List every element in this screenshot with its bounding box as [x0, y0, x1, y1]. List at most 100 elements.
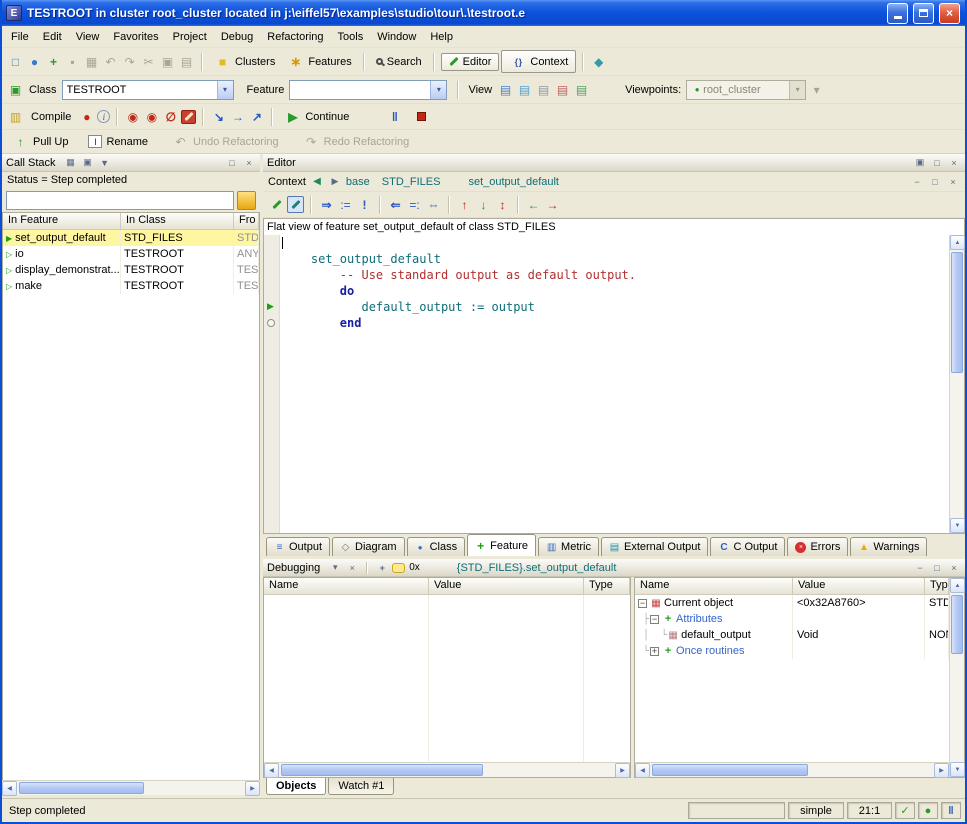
maximize-panel-icon[interactable]: □ — [225, 156, 239, 169]
object-column-typ[interactable]: Typ — [925, 578, 949, 595]
class-tool-icon[interactable]: ▣ — [7, 81, 24, 98]
call-stack-row[interactable]: ▷makeTESTROOTTEST — [3, 278, 259, 294]
tree-expander-icon[interactable]: − — [638, 599, 647, 608]
close-panel-icon[interactable]: × — [947, 156, 961, 169]
panel-menu-icon[interactable]: ▼ — [98, 156, 112, 169]
scroll-right-icon[interactable]: ▶ — [615, 763, 630, 778]
close-panel-icon[interactable]: × — [947, 561, 961, 574]
call-stack-header[interactable]: Call Stack ▦ ▣ ▼ □ × — [2, 154, 260, 172]
editor-tab-feature[interactable]: +Feature — [467, 534, 536, 556]
menu-view[interactable]: View — [69, 28, 107, 46]
menu-project[interactable]: Project — [166, 28, 214, 46]
call-stack-hscrollbar[interactable]: ◀ ▶ — [2, 780, 260, 795]
close-button[interactable]: × — [939, 3, 960, 24]
menu-file[interactable]: File — [4, 28, 36, 46]
stack-filter-input[interactable] — [6, 191, 234, 210]
edit-breakpoints-icon[interactable] — [181, 110, 196, 124]
save-icon[interactable]: ▪ — [64, 53, 81, 70]
breadcrumb-feature[interactable]: set_output_default — [468, 176, 559, 188]
watch-column-name[interactable]: Name — [264, 578, 429, 595]
column-header-in-feature[interactable]: In Feature — [3, 213, 121, 230]
feature-assignees-icon[interactable]: =: — [406, 196, 423, 213]
call-stack-row[interactable]: ▷display_demonstrat...TESTROOTTEST — [3, 262, 259, 278]
chevron-down-icon[interactable]: ▾ — [217, 81, 233, 99]
debug-run-icon[interactable]: ◉ — [124, 108, 141, 125]
code-line[interactable]: default_output := output — [282, 299, 949, 315]
watch-column-value[interactable]: Value — [429, 578, 584, 595]
exception-handling-icon[interactable]: + — [375, 561, 389, 574]
maximize-panel-icon[interactable]: □ — [928, 175, 942, 188]
editor-tab-class[interactable]: ●Class — [407, 537, 466, 556]
save-all-icon[interactable]: ▦ — [83, 53, 100, 70]
menu-help[interactable]: Help — [423, 28, 460, 46]
info-icon[interactable]: i — [97, 110, 110, 123]
class-suppliers-icon[interactable]: → — [544, 196, 561, 213]
minimize-panel-icon[interactable]: − — [913, 561, 927, 574]
editor-header[interactable]: Editor ▣ □ × — [263, 154, 965, 172]
watch-hscrollbar[interactable]: ◀ ▶ — [264, 762, 630, 777]
editor-tab-c-output[interactable]: CC Output — [710, 537, 785, 556]
search-button[interactable]: Search — [371, 54, 427, 70]
new-feature-icon[interactable] — [287, 196, 304, 213]
chevron-down-icon[interactable]: ▾ — [789, 81, 805, 99]
object-tree-row[interactable]: −▦Current object<0x32A8760>STD_ — [635, 595, 949, 611]
open-icon[interactable]: ● — [26, 53, 43, 70]
tree-expander-icon[interactable]: + — [650, 647, 659, 656]
finalize-icon[interactable]: ● — [78, 108, 95, 125]
call-stack-row[interactable]: ▷ioTESTROOTANY — [3, 246, 259, 262]
step-over-icon[interactable]: → — [229, 108, 246, 125]
scroll-track[interactable] — [17, 781, 245, 795]
object-column-name[interactable]: Name — [635, 578, 793, 595]
stop-icon[interactable] — [413, 108, 430, 125]
save-stack-icon[interactable]: ▦ — [64, 156, 78, 169]
disable-breakpoints-icon[interactable]: ∅ — [162, 108, 179, 125]
scroll-track[interactable] — [950, 250, 964, 518]
stack-filter-icon[interactable] — [237, 191, 256, 210]
hex-bubble-icon[interactable] — [392, 563, 405, 573]
view-basic-icon[interactable]: ▤ — [497, 81, 514, 98]
code-line[interactable]: set_output_default — [282, 251, 949, 267]
diagram-tool-icon[interactable]: ◆ — [590, 53, 607, 70]
debug-menu-icon[interactable]: ▾ — [328, 561, 342, 574]
watch-column-type[interactable]: Type — [584, 578, 630, 595]
hex-format-toggle[interactable]: 0x — [409, 562, 420, 573]
scroll-up-icon[interactable]: ▲ — [950, 578, 965, 593]
call-stack-row[interactable]: ▶set_output_defaultSTD_FILESSTD_ — [3, 230, 259, 246]
redo-refactoring-button[interactable]: ↷Redo Refactoring — [298, 131, 415, 152]
scroll-track[interactable] — [279, 763, 615, 777]
debug-run-ignore-breakpoints-icon[interactable]: ◉ — [143, 108, 160, 125]
code-line[interactable]: do — [282, 283, 949, 299]
column-header-fro[interactable]: Fro — [234, 213, 259, 230]
maximize-panel-icon[interactable]: □ — [930, 561, 944, 574]
history-forward-icon[interactable]: ▶ — [328, 175, 342, 188]
feature-callers-icon[interactable]: ⇒ — [318, 196, 335, 213]
editor-gutter[interactable]: ▶ — [264, 235, 280, 533]
editor-tab-output[interactable]: ≡Output — [266, 537, 330, 556]
code-line[interactable] — [282, 235, 949, 251]
add-item-icon[interactable]: + — [45, 53, 62, 70]
float-panel-icon[interactable]: ▣ — [913, 156, 927, 169]
cut-icon[interactable]: ✂ — [140, 53, 157, 70]
editor-toggle-button[interactable]: Editor — [441, 53, 500, 71]
code-line[interactable]: -- Use standard output as default output… — [282, 267, 949, 283]
menu-debug[interactable]: Debug — [214, 28, 260, 46]
maximize-panel-icon[interactable]: □ — [930, 156, 944, 169]
compile-icon[interactable]: ▥ — [7, 108, 24, 125]
scroll-track[interactable] — [650, 763, 934, 777]
debugging-header[interactable]: Debugging ▾ × + 0x {STD_FILES}.set_outpu… — [263, 559, 965, 577]
new-window-icon[interactable]: □ — [7, 53, 24, 70]
debug-tab-objects[interactable]: Objects — [266, 778, 326, 795]
context-toggle-button[interactable]: { }Context — [501, 50, 576, 73]
scroll-up-icon[interactable]: ▲ — [950, 235, 965, 250]
feature-assigners-icon[interactable]: := — [337, 196, 354, 213]
scroll-thumb[interactable] — [281, 764, 483, 776]
chevron-down-icon[interactable]: ▾ — [430, 81, 446, 99]
copy-icon[interactable]: ▣ — [159, 53, 176, 70]
scroll-track[interactable] — [950, 593, 964, 762]
editor-tab-warnings[interactable]: ▲Warnings — [850, 537, 927, 556]
float-panel-icon[interactable]: ▣ — [81, 156, 95, 169]
class-descendants-icon[interactable]: ↓ — [475, 196, 492, 213]
breadcrumb-cluster[interactable]: base — [346, 176, 370, 188]
rename-button[interactable]: IRename — [83, 133, 153, 150]
object-tree-row[interactable]: │ └▦default_outputVoidNON — [635, 627, 949, 643]
